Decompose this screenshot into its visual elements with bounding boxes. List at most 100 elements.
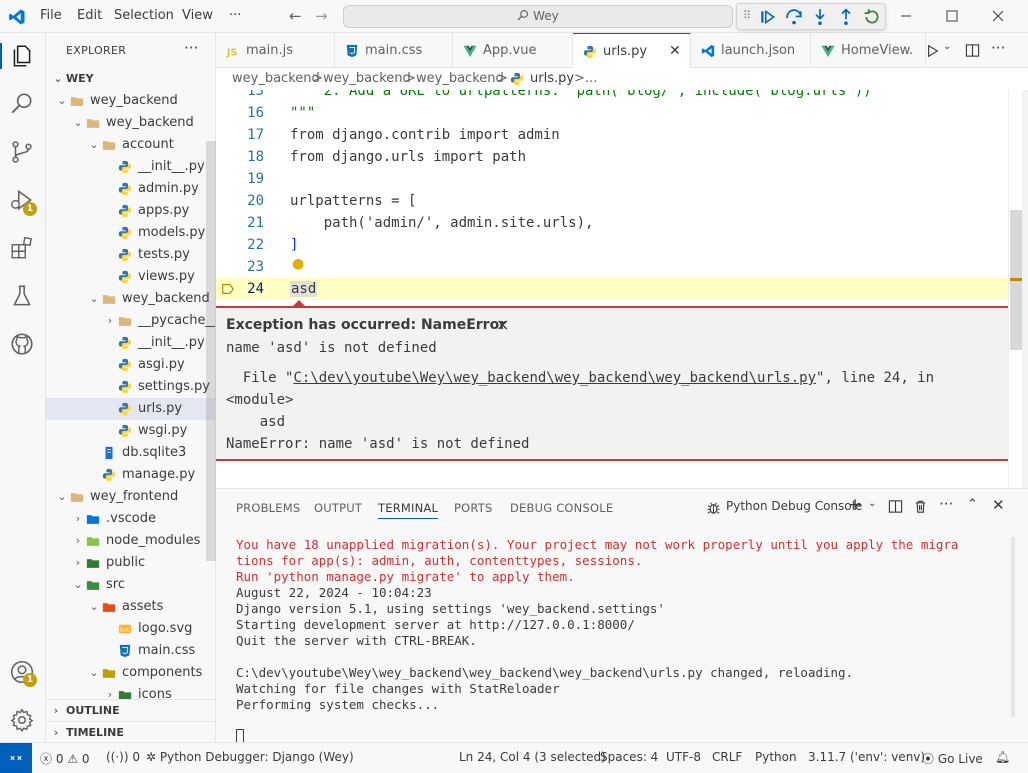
back-arrow-icon[interactable]: ← <box>289 7 302 25</box>
chevron-down-icon[interactable]: ⌄ <box>56 486 68 508</box>
explorer-icon[interactable] <box>9 43 35 69</box>
debugger-status[interactable]: ✲ Python Debugger: Django (Wey) <box>146 750 354 764</box>
ports-indicator[interactable]: ((·)) 0 <box>106 750 140 764</box>
panel-tab-ports[interactable]: PORTS <box>454 501 492 515</box>
chevron-down-icon[interactable]: ⌄ <box>56 90 68 112</box>
panel-more-icon[interactable]: ··· <box>939 495 953 513</box>
file-item[interactable]: manage.py <box>46 464 215 486</box>
minimap[interactable] <box>1022 90 1028 488</box>
panel-tab-debug-console[interactable]: DEBUG CONSOLE <box>510 501 613 515</box>
remote-indicator[interactable] <box>0 743 32 773</box>
code-editor[interactable]: 15 2. Add a URL to urlpatterns: path('bl… <box>216 90 1028 488</box>
encoding[interactable]: UTF-8 <box>666 750 701 764</box>
extensions-icon[interactable] <box>9 235 35 261</box>
chevron-down-icon[interactable]: ⌄ <box>88 662 100 684</box>
split-editor-icon[interactable] <box>965 43 980 58</box>
folder-item[interactable]: ⌄ wey_backend <box>46 112 215 134</box>
panel-tab-output[interactable]: OUTPUT <box>314 501 362 515</box>
breadcrumb-item-current[interactable]: urls.py <box>530 68 574 90</box>
breadcrumb-item[interactable]: wey_backend <box>232 68 320 90</box>
folder-item[interactable]: ⌄ wey_frontend <box>46 486 215 508</box>
file-item[interactable]: tests.py <box>46 244 215 266</box>
testing-flask-icon[interactable] <box>9 283 35 309</box>
menu-file[interactable]: File <box>40 8 62 23</box>
chevron-down-icon[interactable]: ⌄ <box>88 596 100 618</box>
tab-py[interactable]: urls.py ✕ <box>573 33 691 68</box>
step-out-icon[interactable] <box>837 8 855 26</box>
search-icon[interactable] <box>9 91 35 117</box>
folder-item[interactable]: › node_modules <box>46 530 215 552</box>
editor-more-icon[interactable]: ··· <box>991 39 1005 57</box>
tab-vue[interactable]: HomeView. <box>811 33 926 68</box>
folder-item[interactable]: ⌄ src <box>46 574 215 596</box>
outline-section[interactable]: › OUTLINE <box>46 699 215 721</box>
folder-item[interactable]: › public <box>46 552 215 574</box>
problems-indicator[interactable]: ⓧ 0 ⚠ 0 <box>40 750 90 767</box>
file-item[interactable]: __init__.py <box>46 156 215 178</box>
file-item[interactable]: settings.py <box>46 376 215 398</box>
exception-close-button[interactable]: × <box>496 315 509 334</box>
panel-tab-problems[interactable]: PROBLEMS <box>236 501 300 515</box>
run-dropdown-chevron-icon[interactable]: ⌄ <box>943 41 951 52</box>
file-item[interactable]: views.py <box>46 266 215 288</box>
gear-icon[interactable] <box>9 707 35 733</box>
editor-scrollbar[interactable] <box>1008 90 1022 488</box>
chevron-right-icon[interactable]: › <box>104 310 116 332</box>
file-item[interactable]: apps.py <box>46 200 215 222</box>
tab-css[interactable]: main.css <box>335 33 453 68</box>
trash-icon[interactable] <box>913 499 928 514</box>
drag-handle-icon[interactable]: ⠿ <box>743 9 751 22</box>
folder-item[interactable]: ⌄ components <box>46 662 215 684</box>
file-item[interactable]: models.py <box>46 222 215 244</box>
maximize-icon[interactable] <box>942 6 962 26</box>
menu-more[interactable]: ··· <box>229 8 241 23</box>
menu-selection[interactable]: Selection <box>114 8 174 23</box>
panel-tab-terminal[interactable]: TERMINAL <box>378 501 439 519</box>
close-panel-icon[interactable]: ✕ <box>992 496 1005 514</box>
folder-item[interactable]: ⌄ wey_backend <box>46 90 215 112</box>
restart-icon[interactable] <box>863 8 881 26</box>
file-item[interactable]: SVG logo.svg <box>46 618 215 640</box>
file-item[interactable]: asgi.py <box>46 354 215 376</box>
file-item[interactable]: admin.py <box>46 178 215 200</box>
workspace-root[interactable]: ⌄ WEY <box>46 68 215 90</box>
chevron-down-icon[interactable]: ⌄ <box>88 134 100 156</box>
continue-icon[interactable] <box>759 8 777 26</box>
maximize-panel-chevron-up-icon[interactable]: ⌃ <box>967 497 978 512</box>
command-center-search[interactable]: Wey <box>343 5 733 28</box>
python-interpreter[interactable]: 3.11.7 ('env': venv) <box>808 750 925 764</box>
tab-vue[interactable]: App.vue <box>453 33 573 68</box>
split-terminal-icon[interactable] <box>888 499 903 514</box>
folder-item[interactable]: ⌄ account <box>46 134 215 156</box>
file-item[interactable]: urls.py <box>46 398 215 420</box>
cursor-position[interactable]: Ln 24, Col 4 (3 selected) <box>459 750 606 764</box>
timeline-section[interactable]: › TIMELINE <box>46 721 215 742</box>
chevron-down-icon[interactable]: ⌄ <box>88 288 100 310</box>
forward-arrow-icon[interactable]: → <box>315 7 328 25</box>
folder-item[interactable]: › __pycache__ <box>46 310 215 332</box>
breadcrumb-item[interactable]: wey_backend <box>416 68 504 90</box>
notifications-bell-icon[interactable]: 🔔︎ <box>995 750 1010 764</box>
chevron-right-icon[interactable]: › <box>72 508 84 530</box>
exception-file-link[interactable]: C:\dev\youtube\Wey\wey_backend\wey_backe… <box>293 370 816 386</box>
github-icon[interactable] <box>9 331 35 357</box>
file-item[interactable]: db.sqlite3 <box>46 442 215 464</box>
chevron-down-icon[interactable]: ⌄ <box>72 112 84 134</box>
lightbulb-icon[interactable]: ● <box>292 256 304 272</box>
folder-item[interactable]: › .vscode <box>46 508 215 530</box>
file-item[interactable]: main.css <box>46 640 215 662</box>
chevron-right-icon[interactable]: › <box>72 552 84 574</box>
close-window-icon[interactable] <box>988 6 1008 26</box>
minimize-icon[interactable] <box>896 6 916 26</box>
menu-view[interactable]: View <box>182 8 213 23</box>
terminal-scrollbar[interactable] <box>1011 537 1015 717</box>
breadcrumb-item[interactable]: wey_backend <box>323 68 411 90</box>
tab-vscode[interactable]: launch.json <box>691 33 811 68</box>
step-into-icon[interactable] <box>811 8 829 26</box>
language-mode[interactable]: Python <box>755 750 797 764</box>
terminal-name[interactable]: Python Debug Console <box>726 499 862 513</box>
folder-item[interactable]: ⌄ wey_backend <box>46 288 215 310</box>
terminal-dropdown-chevron-icon[interactable]: ⌄ <box>868 498 876 509</box>
step-over-icon[interactable] <box>785 8 803 26</box>
chevron-down-icon[interactable]: ⌄ <box>72 574 84 596</box>
